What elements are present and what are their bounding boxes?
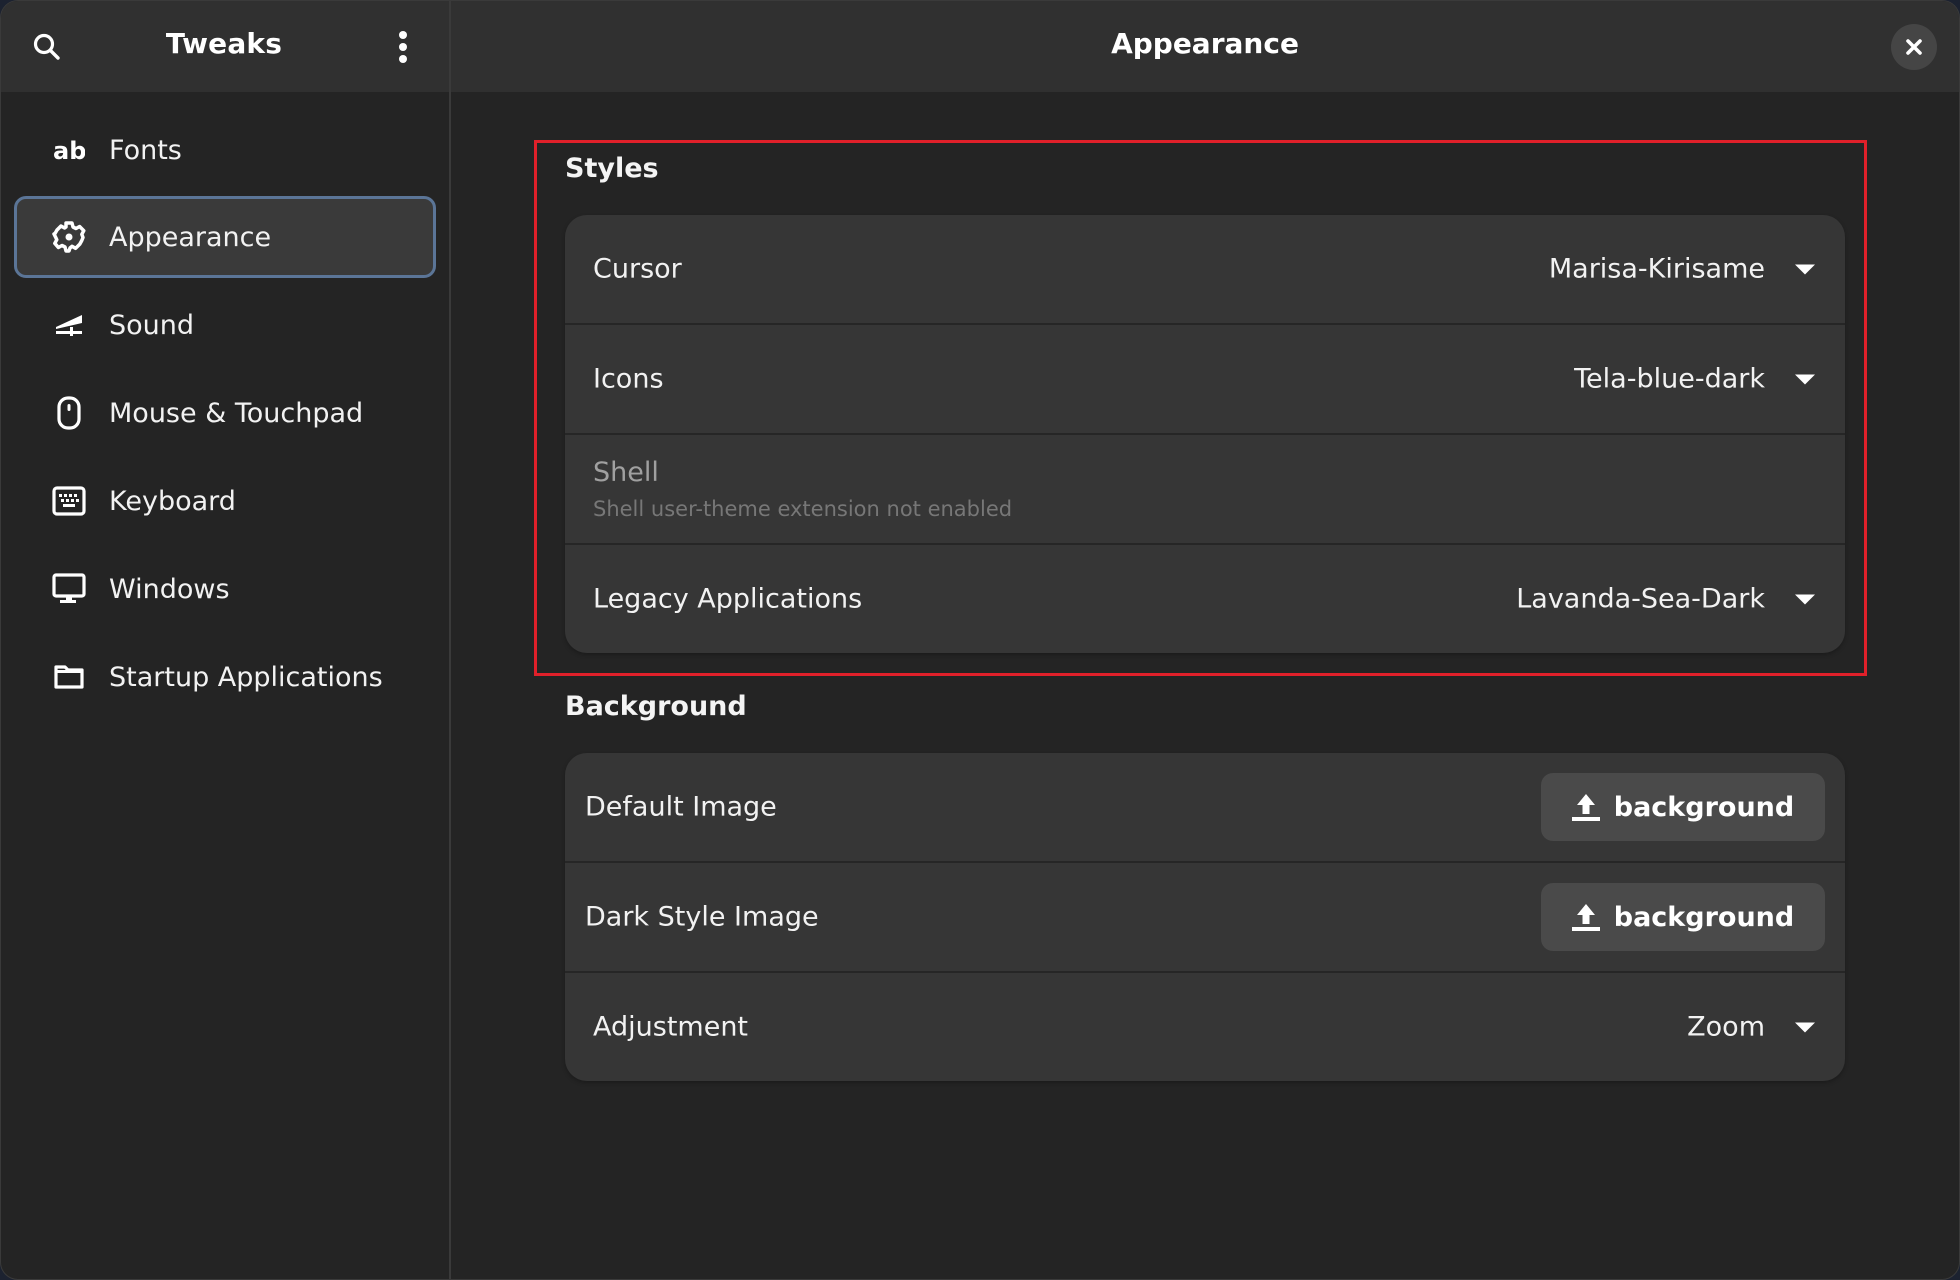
keyboard-icon <box>52 484 86 518</box>
page-title: Appearance <box>1111 27 1299 60</box>
sidebar-item-label: Appearance <box>109 221 272 253</box>
row-label: Dark Style Image <box>585 901 819 933</box>
row-subtitle: Shell user-theme extension not enabled <box>593 497 1013 521</box>
background-section-title: Background <box>565 691 747 722</box>
dropdown-arrow-icon <box>1795 374 1815 384</box>
monitor-icon <box>52 572 86 606</box>
sidebar-header: Tweaks <box>1 1 449 92</box>
fonts-icon: ab <box>52 133 86 167</box>
default-image-button[interactable]: background <box>1541 773 1825 841</box>
app-title: Tweaks <box>165 27 283 60</box>
sidebar-item-sound[interactable]: Sound <box>14 284 436 366</box>
row-label: Legacy Applications <box>593 583 863 615</box>
shell-row: Shell Shell user-theme extension not ena… <box>565 435 1845 545</box>
upload-icon <box>1571 904 1600 931</box>
sidebar-item-label: Fonts <box>109 134 182 166</box>
sidebar-item-label: Sound <box>109 309 195 341</box>
dropdown-value: Tela-blue-dark <box>1574 363 1765 395</box>
svg-text:ab: ab <box>53 138 85 162</box>
gear-icon <box>52 220 86 254</box>
adjustment-dropdown[interactable]: Zoom <box>1687 1012 1815 1043</box>
sidebar-separator <box>449 1 451 1279</box>
header-bar: Tweaks Appearance <box>1 1 1959 92</box>
adjustment-row: Adjustment Zoom <box>565 973 1845 1081</box>
sidebar-item-label: Startup Applications <box>109 661 383 693</box>
search-icon <box>33 33 60 60</box>
row-label: Default Image <box>585 791 777 823</box>
dropdown-arrow-icon <box>1795 264 1815 274</box>
sidebar-item-startup-applications[interactable]: Startup Applications <box>14 636 436 718</box>
search-button[interactable] <box>23 23 71 71</box>
sidebar-item-mouse-touchpad[interactable]: Mouse & Touchpad <box>14 372 436 454</box>
icons-dropdown[interactable]: Tela-blue-dark <box>1574 364 1815 395</box>
sidebar-item-label: Mouse & Touchpad <box>109 397 364 429</box>
row-label: Cursor <box>593 253 682 285</box>
dropdown-arrow-icon <box>1795 594 1815 604</box>
sidebar-item-label: Windows <box>109 573 230 605</box>
dark-style-image-button[interactable]: background <box>1541 883 1825 951</box>
background-card: Default Image background Dark Style Imag… <box>565 753 1845 1081</box>
cursor-row: Cursor Marisa-Kirisame <box>565 215 1845 325</box>
row-label: Shell <box>593 457 659 488</box>
sidebar: ab Fonts Appearance Sound Mouse & Touchp… <box>1 92 449 1279</box>
dropdown-value: Lavanda-Sea-Dark <box>1516 583 1765 615</box>
default-image-row: Default Image background <box>565 753 1845 863</box>
sidebar-item-appearance[interactable]: Appearance <box>14 196 436 278</box>
styles-card: Cursor Marisa-Kirisame Icons Tela-blue-d… <box>565 215 1845 653</box>
legacy-applications-row: Legacy Applications Lavanda-Sea-Dark <box>565 545 1845 653</box>
sidebar-item-label: Keyboard <box>109 485 236 517</box>
main-menu-button[interactable] <box>379 23 427 71</box>
row-label: Adjustment <box>593 1011 749 1043</box>
close-icon <box>1906 39 1922 55</box>
row-label: Icons <box>593 363 664 395</box>
dark-style-image-row: Dark Style Image background <box>565 863 1845 973</box>
sidebar-item-keyboard[interactable]: Keyboard <box>14 460 436 542</box>
icons-row: Icons Tela-blue-dark <box>565 325 1845 435</box>
cursor-dropdown[interactable]: Marisa-Kirisame <box>1549 254 1815 285</box>
button-label: background <box>1613 901 1795 933</box>
dropdown-value: Zoom <box>1687 1011 1765 1043</box>
volume-icon <box>52 308 86 342</box>
styles-section-title: Styles <box>565 153 659 184</box>
dropdown-value: Marisa-Kirisame <box>1548 253 1765 285</box>
sidebar-item-windows[interactable]: Windows <box>14 548 436 630</box>
legacy-applications-dropdown[interactable]: Lavanda-Sea-Dark <box>1516 584 1815 615</box>
mouse-icon <box>52 396 86 430</box>
folder-icon <box>52 660 86 694</box>
close-button[interactable] <box>1891 24 1937 70</box>
upload-icon <box>1571 794 1600 821</box>
button-label: background <box>1613 791 1795 823</box>
tweaks-window: Tweaks Appearance ab Fonts Appearance So… <box>0 0 1960 1280</box>
more-vertical-icon <box>399 31 407 63</box>
dropdown-arrow-icon <box>1795 1022 1815 1032</box>
sidebar-item-fonts[interactable]: ab Fonts <box>14 109 436 191</box>
